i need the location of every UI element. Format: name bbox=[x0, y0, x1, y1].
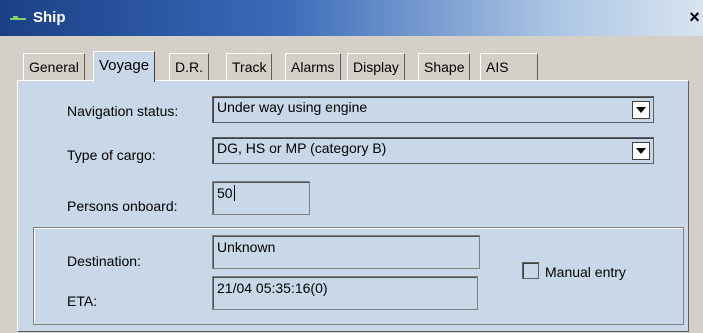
close-button[interactable]: × bbox=[686, 7, 703, 27]
manual-entry-checkbox[interactable] bbox=[522, 262, 539, 279]
eta-value: 21/04 05:35:16(0) bbox=[217, 280, 328, 296]
chevron-down-icon[interactable] bbox=[632, 142, 650, 160]
destination-label: Destination: bbox=[67, 253, 141, 269]
manual-entry-label[interactable]: Manual entry bbox=[545, 264, 626, 280]
window-title: Ship bbox=[33, 9, 66, 26]
persons-onboard-value: 50 bbox=[217, 185, 233, 201]
navigation-status-value: Under way using engine bbox=[217, 99, 368, 115]
navigation-status-label: Navigation status: bbox=[67, 103, 179, 119]
title-bar: Ship bbox=[0, 0, 703, 36]
destination-value: Unknown bbox=[217, 239, 276, 255]
cargo-type-select[interactable]: DG, HS or MP (category B) bbox=[212, 137, 654, 164]
destination-field[interactable]: Unknown bbox=[212, 235, 480, 269]
cargo-type-label: Type of cargo: bbox=[67, 147, 156, 163]
cargo-type-value: DG, HS or MP (category B) bbox=[217, 140, 387, 156]
eta-label: ETA: bbox=[67, 293, 98, 309]
ship-icon bbox=[10, 16, 26, 21]
tab-alarms[interactable]: Alarms bbox=[285, 53, 341, 81]
tab-ais[interactable]: AIS bbox=[480, 53, 538, 81]
tab-shape[interactable]: Shape bbox=[418, 53, 471, 81]
persons-onboard-label: Persons onboard: bbox=[67, 198, 178, 214]
tab-dr[interactable]: D.R. bbox=[169, 53, 209, 81]
tab-display[interactable]: Display bbox=[347, 53, 405, 81]
chevron-down-icon[interactable] bbox=[632, 101, 650, 119]
navigation-status-select[interactable]: Under way using engine bbox=[212, 96, 654, 123]
persons-onboard-input[interactable]: 50 bbox=[212, 181, 310, 215]
tab-voyage[interactable]: Voyage bbox=[93, 51, 156, 82]
text-cursor bbox=[233, 185, 235, 201]
tab-track[interactable]: Track bbox=[226, 53, 273, 81]
eta-field[interactable]: 21/04 05:35:16(0) bbox=[212, 276, 478, 310]
tab-general[interactable]: General bbox=[23, 53, 85, 81]
